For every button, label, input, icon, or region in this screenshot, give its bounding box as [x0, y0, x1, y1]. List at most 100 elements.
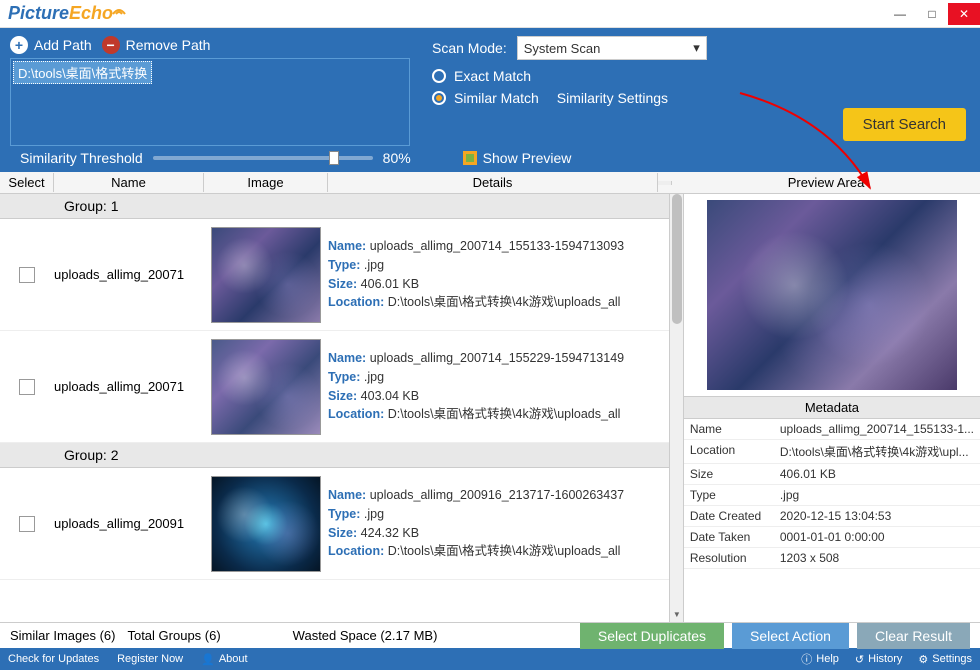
settings-link[interactable]: ⚙ Settings — [918, 651, 972, 667]
show-preview-label: Show Preview — [483, 150, 572, 166]
metadata-key: Name — [690, 422, 780, 436]
row-thumb-cell — [204, 227, 328, 323]
row-thumb-cell — [204, 476, 328, 572]
radio-icon-selected — [432, 91, 446, 105]
row-checkbox[interactable] — [19, 516, 35, 532]
result-row[interactable]: uploads_allimg_20071Name: uploads_allimg… — [0, 331, 669, 443]
metadata-row: Date Taken0001-01-01 0:00:00 — [684, 527, 980, 548]
logo-text-2: Echo — [69, 3, 113, 24]
col-scroll-gutter — [658, 181, 672, 185]
history-link[interactable]: ↺ History — [855, 651, 902, 667]
row-thumbnail[interactable] — [211, 227, 321, 323]
clear-result-button[interactable]: Clear Result — [857, 623, 970, 649]
metadata-key: Date Taken — [690, 530, 780, 544]
about-link[interactable]: 👤 About — [201, 653, 247, 666]
results-scrollbar[interactable]: ▼ — [670, 194, 684, 622]
status-wasted: Wasted Space (2.17 MB) — [293, 628, 438, 643]
metadata-row: LocationD:\tools\桌面\格式转换\4k游戏\upl... — [684, 440, 980, 464]
row-name: uploads_allimg_20091 — [54, 516, 204, 531]
threshold-slider[interactable] — [153, 156, 373, 160]
scrollbar-thumb[interactable] — [672, 194, 682, 324]
metadata-row: Nameuploads_allimg_200714_155133-1... — [684, 419, 980, 440]
result-row[interactable]: uploads_allimg_20071Name: uploads_allimg… — [0, 219, 669, 331]
group-header[interactable]: Group: 1 — [0, 194, 669, 219]
check-updates-link[interactable]: Check for Updates — [8, 653, 99, 666]
scan-mode-select[interactable]: System Scan ▾ — [517, 36, 707, 60]
add-path-button[interactable]: + Add Path — [10, 36, 92, 54]
checkbox-icon — [463, 151, 477, 165]
status-groups: Total Groups (6) — [127, 628, 220, 643]
threshold-value: 80% — [383, 150, 423, 166]
row-checkbox[interactable] — [19, 379, 35, 395]
slider-thumb[interactable] — [329, 151, 339, 165]
add-path-label: Add Path — [34, 37, 92, 53]
scan-mode-value: System Scan — [524, 41, 601, 56]
app-logo: PictureEcho — [0, 1, 135, 26]
maximize-button[interactable]: □ — [916, 3, 948, 25]
close-button[interactable]: ✕ — [948, 3, 980, 25]
metadata-row: Size406.01 KB — [684, 464, 980, 485]
register-link[interactable]: Register Now — [117, 653, 183, 666]
col-image[interactable]: Image — [204, 173, 328, 192]
row-thumbnail[interactable] — [211, 339, 321, 435]
window-buttons: — □ ✕ — [884, 3, 980, 25]
metadata-value: 2020-12-15 13:04:53 — [780, 509, 974, 523]
path-list[interactable]: D:\tools\桌面\格式转换 — [10, 58, 410, 146]
radio-icon — [432, 69, 446, 83]
similar-match-label: Similar Match — [454, 90, 539, 106]
path-controls: + Add Path − Remove Path D:\tools\桌面\格式转… — [10, 36, 410, 146]
wifi-icon — [111, 4, 127, 16]
scan-mode-label: Scan Mode: — [432, 40, 507, 56]
content-area: Group: 1uploads_allimg_20071Name: upload… — [0, 194, 980, 622]
plus-icon: + — [10, 36, 28, 54]
similarity-settings-link[interactable]: Similarity Settings — [557, 90, 668, 106]
scan-controls: Scan Mode: System Scan ▾ Exact Match Sim… — [422, 36, 970, 112]
metadata-header: Metadata — [684, 396, 980, 419]
preview-panel: Metadata Nameuploads_allimg_200714_15513… — [684, 194, 980, 622]
similar-match-radio[interactable]: Similar Match Similarity Settings — [432, 90, 970, 106]
row-checkbox[interactable] — [19, 267, 35, 283]
path-item[interactable]: D:\tools\桌面\格式转换 — [13, 61, 152, 84]
row-select-cell — [0, 516, 54, 532]
column-headers: Select Name Image Details Preview Area — [0, 172, 980, 194]
minimize-button[interactable]: — — [884, 3, 916, 25]
col-name[interactable]: Name — [54, 173, 204, 192]
metadata-row: Resolution1203 x 508 — [684, 548, 980, 569]
header-panel: + Add Path − Remove Path D:\tools\桌面\格式转… — [0, 28, 980, 172]
metadata-row: Date Created2020-12-15 13:04:53 — [684, 506, 980, 527]
start-search-button[interactable]: Start Search — [843, 108, 966, 141]
footer-bar: Check for Updates Register Now 👤 About ⓘ… — [0, 648, 980, 670]
scroll-down-icon[interactable]: ▼ — [672, 610, 682, 620]
col-details[interactable]: Details — [328, 173, 658, 192]
col-select[interactable]: Select — [0, 173, 54, 192]
metadata-value: 406.01 KB — [780, 467, 974, 481]
metadata-key: Size — [690, 467, 780, 481]
remove-path-button[interactable]: − Remove Path — [102, 36, 211, 54]
preview-image-wrap — [684, 194, 980, 396]
threshold-label: Similarity Threshold — [20, 150, 143, 166]
result-row[interactable]: uploads_allimg_20091Name: uploads_allimg… — [0, 468, 669, 580]
select-action-button[interactable]: Select Action — [732, 623, 849, 649]
show-preview-toggle[interactable]: Show Preview — [463, 150, 572, 166]
metadata-key: Type — [690, 488, 780, 502]
help-link[interactable]: ⓘ Help — [801, 651, 839, 667]
row-details: Name: uploads_allimg_200714_155133-15947… — [328, 237, 658, 312]
minus-icon: − — [102, 36, 120, 54]
exact-match-radio[interactable]: Exact Match — [432, 68, 970, 84]
row-thumbnail[interactable] — [211, 476, 321, 572]
metadata-key: Date Created — [690, 509, 780, 523]
metadata-row: Type.jpg — [684, 485, 980, 506]
col-preview: Preview Area — [672, 173, 980, 192]
preview-image — [707, 200, 957, 390]
group-header[interactable]: Group: 2 — [0, 443, 669, 468]
row-thumb-cell — [204, 339, 328, 435]
results-list[interactable]: Group: 1uploads_allimg_20071Name: upload… — [0, 194, 670, 622]
status-similar: Similar Images (6) — [10, 628, 115, 643]
metadata-value: 0001-01-01 0:00:00 — [780, 530, 974, 544]
row-select-cell — [0, 379, 54, 395]
metadata-value: 1203 x 508 — [780, 551, 974, 565]
person-icon: 👤 — [201, 653, 215, 666]
select-duplicates-button[interactable]: Select Duplicates — [580, 623, 724, 649]
exact-match-label: Exact Match — [454, 68, 531, 84]
metadata-value: uploads_allimg_200714_155133-1... — [780, 422, 974, 436]
